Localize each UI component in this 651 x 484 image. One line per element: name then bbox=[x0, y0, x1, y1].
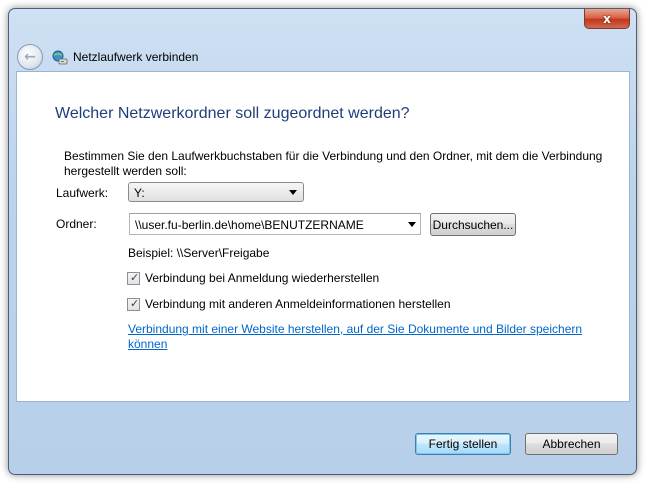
window-title: Netzlaufwerk verbinden bbox=[73, 50, 199, 64]
chevron-down-icon[interactable] bbox=[408, 222, 416, 227]
title-bar: ← Netzlaufwerk verbinden bbox=[9, 35, 636, 70]
example-text: Beispiel: \\Server\Freigabe bbox=[128, 246, 270, 260]
drive-select[interactable]: Y: bbox=[128, 182, 304, 202]
close-icon: x bbox=[603, 11, 611, 26]
credentials-checkbox-row[interactable]: ✓ Verbindung mit anderen Anmeldeinformat… bbox=[127, 297, 451, 311]
drive-label: Laufwerk: bbox=[56, 186, 109, 200]
browse-button[interactable]: Durchsuchen... bbox=[430, 213, 516, 236]
website-link[interactable]: Verbindung mit einer Website herstellen,… bbox=[128, 322, 598, 352]
folder-label: Ordner: bbox=[56, 217, 97, 231]
drive-value: Y: bbox=[134, 186, 145, 200]
finish-button[interactable]: Fertig stellen bbox=[415, 433, 511, 455]
folder-value: \\user.fu-berlin.de\home\BENUTZERNAME bbox=[135, 218, 364, 232]
reconnect-label: Verbindung bei Anmeldung wiederherstelle… bbox=[145, 271, 380, 285]
cancel-button[interactable]: Abbrechen bbox=[525, 433, 618, 455]
back-arrow-icon: ← bbox=[24, 49, 36, 65]
reconnect-checkbox-row[interactable]: ✓ Verbindung bei Anmeldung wiederherstel… bbox=[127, 271, 379, 285]
dialog-window: x ← Netzlaufwerk verbinden Welcher Netzw… bbox=[8, 8, 637, 475]
checkmark-icon: ✓ bbox=[130, 296, 140, 310]
reconnect-checkbox[interactable]: ✓ bbox=[127, 270, 140, 285]
network-drive-icon bbox=[52, 50, 68, 65]
close-button[interactable]: x bbox=[584, 9, 630, 29]
dialog-content: Welcher Netzwerkordner soll zugeordnet w… bbox=[16, 71, 630, 402]
credentials-label: Verbindung mit anderen Anmeldeinformatio… bbox=[145, 297, 451, 311]
instruction-text: Bestimmen Sie den Laufwerkbuchstaben für… bbox=[64, 149, 603, 178]
chevron-down-icon bbox=[289, 190, 297, 195]
back-button[interactable]: ← bbox=[17, 44, 43, 70]
folder-input[interactable]: \\user.fu-berlin.de\home\BENUTZERNAME bbox=[129, 213, 421, 235]
credentials-checkbox[interactable]: ✓ bbox=[127, 296, 140, 311]
page-title: Welcher Netzwerkordner soll zugeordnet w… bbox=[55, 105, 410, 122]
checkmark-icon: ✓ bbox=[130, 270, 140, 284]
